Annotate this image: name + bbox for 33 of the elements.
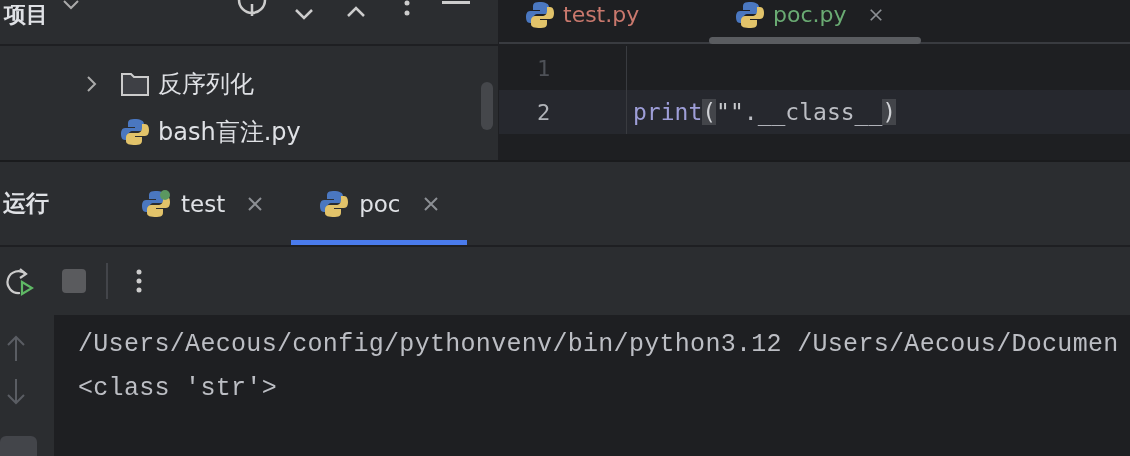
chevron-right-icon[interactable] xyxy=(86,75,98,93)
editor-tab[interactable]: test.py xyxy=(499,0,709,34)
tree-item[interactable]: 反序列化 xyxy=(0,60,498,108)
more-icon[interactable] xyxy=(404,0,410,16)
tab-scrollbar[interactable] xyxy=(709,37,921,44)
code-line: print("".__class__) xyxy=(632,99,897,125)
python-file-icon xyxy=(525,0,555,30)
scrollbar[interactable] xyxy=(481,82,493,130)
python-file-icon xyxy=(141,188,171,219)
console-output: <class 'str'> xyxy=(78,373,278,405)
panel-title: 项目 xyxy=(4,2,48,28)
python-file-icon xyxy=(735,0,765,30)
editor-tab[interactable]: poc.py xyxy=(709,0,921,34)
tree-item-label: 反序列化 xyxy=(158,69,254,100)
tree-item-label: bash盲注.py xyxy=(158,117,301,148)
close-icon[interactable] xyxy=(868,8,883,22)
run-tab[interactable]: test xyxy=(113,162,292,245)
folder-icon xyxy=(120,71,150,97)
tree-item[interactable]: bash盲注.py xyxy=(0,108,498,156)
rerun-icon[interactable] xyxy=(4,266,34,296)
console-output: /Users/Aecous/config/pythonvenv/bin/python3.12 /Users/Aecous/Documen xyxy=(78,329,1120,361)
panel-title: 运行 xyxy=(2,189,50,218)
python-file-icon xyxy=(319,188,350,219)
chevron-down-icon[interactable] xyxy=(62,0,80,12)
close-icon[interactable] xyxy=(247,195,264,212)
python-file-icon xyxy=(120,117,150,147)
locate-icon[interactable] xyxy=(236,0,268,18)
collapse-icon[interactable] xyxy=(346,4,366,18)
expand-icon[interactable] xyxy=(294,8,314,22)
minimize-icon[interactable] xyxy=(442,0,470,6)
close-icon[interactable] xyxy=(422,195,439,212)
more-icon[interactable] xyxy=(136,269,142,293)
line-number: 2 xyxy=(499,90,627,134)
